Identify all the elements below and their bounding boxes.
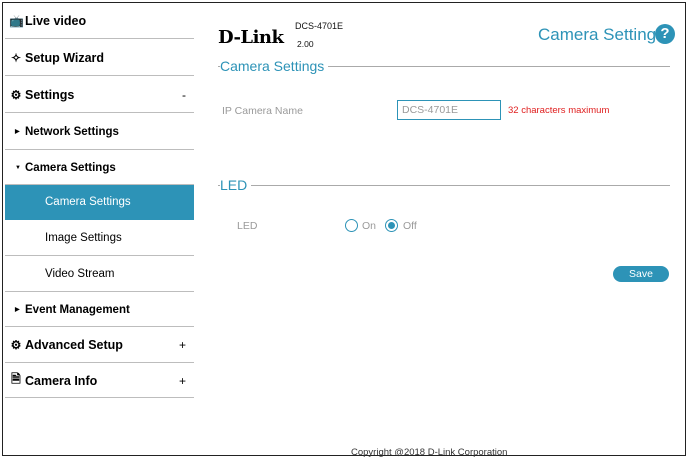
gears-icon: ⚙ xyxy=(10,338,22,352)
sidebar: 📺 Live video ✧ Setup Wizard ⚙ Settings -… xyxy=(3,3,196,455)
sidebar-item-label: Camera Info xyxy=(25,373,98,388)
document-icon: 🗎 xyxy=(11,372,21,386)
led-off-radio[interactable] xyxy=(385,219,398,232)
expand-marker[interactable]: + xyxy=(179,374,186,388)
section-title-camera-settings: Camera Settings xyxy=(220,58,329,74)
firmware-version: 2.00 xyxy=(297,39,314,49)
sidebar-item-camera-settings-group[interactable]: ▼ Camera Settings xyxy=(5,151,194,185)
sidebar-item-label: Advanced Setup xyxy=(25,338,123,352)
sidebar-item-camera-settings[interactable]: Camera Settings xyxy=(5,185,194,220)
sidebar-item-live-video[interactable]: 📺 Live video xyxy=(5,3,194,39)
led-on-radio[interactable] xyxy=(345,219,358,232)
help-icon[interactable]: ? xyxy=(655,24,675,44)
sidebar-item-video-stream[interactable]: Video Stream xyxy=(5,257,194,292)
sidebar-item-image-settings[interactable]: Image Settings xyxy=(5,220,194,256)
ip-camera-name-label: IP Camera Name xyxy=(222,105,303,117)
triangle-down-icon: ▼ xyxy=(15,164,21,171)
app-window: 📺 Live video ✧ Setup Wizard ⚙ Settings -… xyxy=(2,2,686,458)
sidebar-item-event-management[interactable]: ▶ Event Management xyxy=(5,293,194,327)
sidebar-item-setup-wizard[interactable]: ✧ Setup Wizard xyxy=(5,40,194,76)
section-title-led: LED xyxy=(220,177,252,193)
divider xyxy=(218,185,670,186)
expand-marker[interactable]: + xyxy=(179,338,186,352)
led-label: LED xyxy=(237,220,258,232)
sidebar-item-label: Live video xyxy=(25,13,87,28)
save-button[interactable]: Save xyxy=(613,266,669,282)
sidebar-item-settings[interactable]: ⚙ Settings - xyxy=(5,77,194,113)
name-length-hint: 32 characters maximum xyxy=(508,105,610,116)
copyright-footer: Copyright @2018 D-Link Corporation xyxy=(351,447,508,458)
sidebar-item-label: Setup Wizard xyxy=(25,50,105,65)
sidebar-item-network-settings[interactable]: ▶ Network Settings xyxy=(5,114,194,150)
collapse-marker[interactable]: - xyxy=(182,88,186,102)
sidebar-item-label: Event Management xyxy=(25,303,130,316)
led-off-label[interactable]: Off xyxy=(403,220,417,232)
sidebar-item-label: Settings xyxy=(25,87,75,102)
gear-icon: ⚙ xyxy=(10,87,22,102)
sidebar-item-label: Network Settings xyxy=(25,125,119,138)
triangle-right-icon: ▶ xyxy=(15,307,20,313)
sidebar-item-camera-info[interactable]: 🗎 Camera Info + xyxy=(5,364,194,398)
dlink-logo: D-Link xyxy=(218,27,284,48)
sidebar-item-advanced-setup[interactable]: ⚙ Advanced Setup + xyxy=(5,328,194,363)
sidebar-item-label: Camera Settings xyxy=(45,196,131,208)
model-name: DCS-4701E xyxy=(295,21,344,31)
sidebar-item-label: Image Settings xyxy=(45,231,122,244)
video-icon: 📺 xyxy=(9,13,24,28)
ip-camera-name-input[interactable] xyxy=(397,100,501,120)
sidebar-item-label: Video Stream xyxy=(45,268,115,280)
sidebar-item-label: Camera Settings xyxy=(25,161,116,174)
wand-icon: ✧ xyxy=(10,50,22,65)
page-title: Camera Settings xyxy=(538,25,665,44)
triangle-right-icon: ▶ xyxy=(15,129,20,135)
led-on-label[interactable]: On xyxy=(362,220,376,232)
